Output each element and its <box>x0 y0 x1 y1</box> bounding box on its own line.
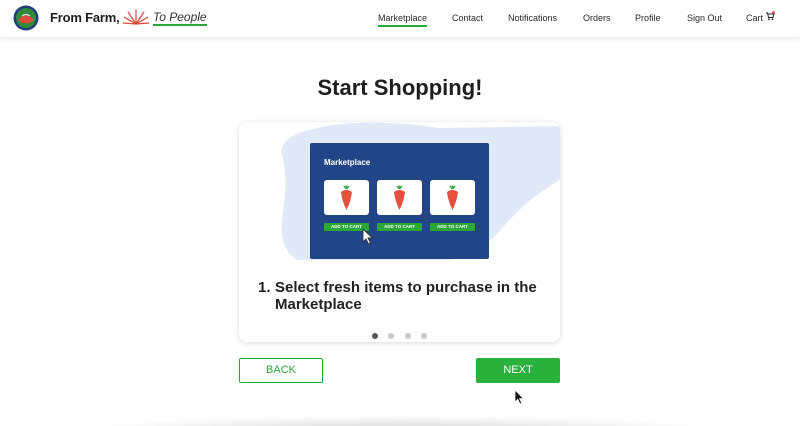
carousel-dot[interactable] <box>371 332 378 339</box>
product-tile <box>377 180 422 215</box>
carrot-icon <box>341 185 352 210</box>
nav-cart[interactable]: Cart <box>746 13 763 23</box>
footer-shadow <box>60 416 740 426</box>
nav-notifications[interactable]: Notifications <box>508 13 557 23</box>
nav-marketplace[interactable]: Marketplace <box>378 13 428 27</box>
carrot-icon <box>447 185 458 210</box>
step-description: 1. Select fresh items to purchase in the… <box>258 279 548 313</box>
add-to-cart-illustration: ADD TO CART <box>377 223 422 231</box>
step-text: Select fresh items to purchase in the Ma… <box>275 279 537 313</box>
cursor-illustration-icon <box>362 228 374 245</box>
nav-contact[interactable]: Contact <box>452 13 483 23</box>
sunburst-icon <box>122 10 150 25</box>
add-to-cart-illustration: ADD TO CART <box>430 223 475 231</box>
product-tile <box>430 180 475 215</box>
page-title: Start Shopping! <box>317 75 483 100</box>
onboarding-card: Marketplace ADD TO CART ADD TO CART ADD … <box>239 122 560 342</box>
shopping-cart-icon[interactable] <box>765 11 775 21</box>
mouse-cursor-icon <box>514 389 525 405</box>
brand-name[interactable]: From Farm, <box>50 10 120 25</box>
brand-tagline: To People <box>153 10 207 26</box>
carousel-dot[interactable] <box>404 332 411 339</box>
top-navbar: From Farm, To People Marketplace Contact… <box>0 0 800 37</box>
carousel-dots <box>239 327 560 342</box>
nav-sign-out[interactable]: Sign Out <box>687 13 722 23</box>
carousel-dot[interactable] <box>421 332 428 339</box>
next-button[interactable]: NEXT <box>476 358 560 383</box>
illustration-title: Marketplace <box>324 158 371 167</box>
carousel-dot[interactable] <box>388 332 395 339</box>
back-button[interactable]: BACK <box>239 358 323 383</box>
nav-profile[interactable]: Profile <box>635 13 661 23</box>
nav-orders[interactable]: Orders <box>583 13 611 23</box>
marketplace-illustration: Marketplace ADD TO CART ADD TO CART ADD … <box>310 143 489 259</box>
step-number: 1. <box>258 279 271 296</box>
carrot-icon <box>394 185 405 210</box>
product-tile <box>324 180 369 215</box>
farm-globe-icon[interactable] <box>13 5 39 31</box>
